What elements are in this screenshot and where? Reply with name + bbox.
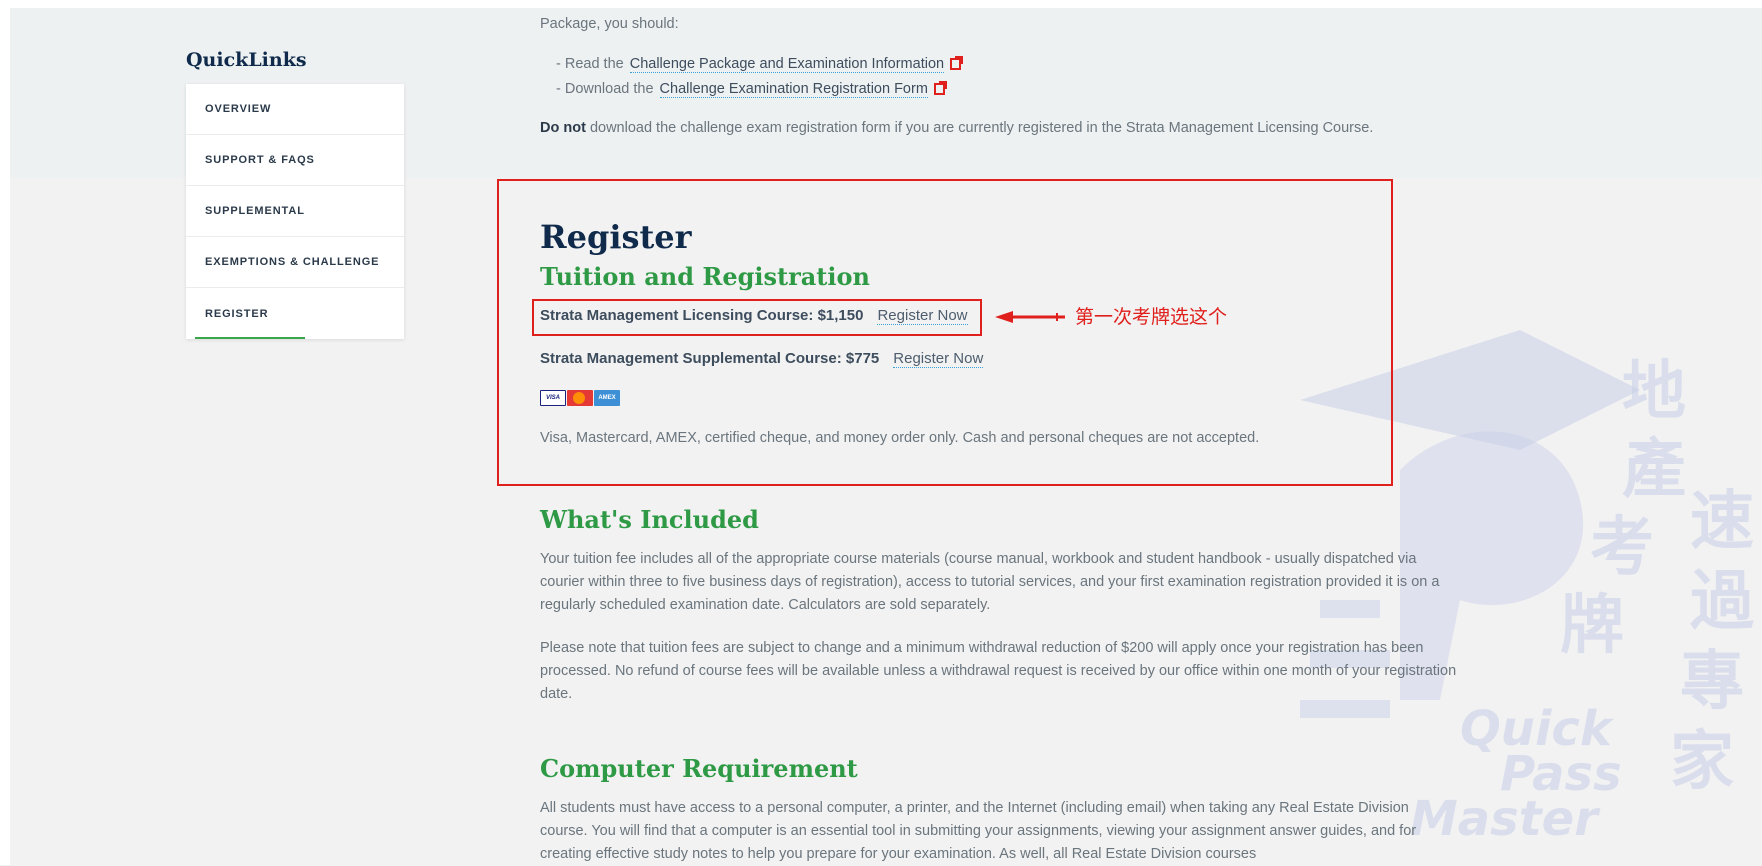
- annotation-arrow-icon: [995, 305, 1070, 334]
- course-price: $775: [845, 350, 880, 367]
- course-name: Strata Management Supplemental Course:: [540, 350, 842, 367]
- watermark-char: 地: [1622, 354, 1686, 429]
- watermark-char: 過: [1690, 564, 1754, 639]
- computer-requirement-p1: All students must have access to a perso…: [540, 800, 1417, 862]
- watermark-text: Pass: [1500, 746, 1622, 802]
- quicklink-supplemental[interactable]: SUPPLEMENTAL: [186, 186, 404, 237]
- challenge-package-link[interactable]: Challenge Package and Examination Inform…: [629, 56, 945, 73]
- payment-note: Visa, Mastercard, AMEX, certified cheque…: [540, 430, 1260, 446]
- amex-card-icon: AMEX: [594, 390, 620, 406]
- quicklink-overview[interactable]: OVERVIEW: [186, 84, 404, 135]
- list-prefix: - Download the: [556, 81, 654, 97]
- list-item: - Read the Challenge Package and Examinat…: [540, 53, 964, 78]
- visa-card-icon: VISA: [540, 390, 566, 406]
- register-now-supplemental-link[interactable]: Register Now: [893, 350, 984, 368]
- whats-included-p2: Please note that tuition fees are subjec…: [540, 640, 1457, 702]
- watermark-char: 家: [1670, 724, 1734, 799]
- quicklinks-title: QuickLinks: [186, 49, 307, 71]
- register-now-licensing-link[interactable]: Register Now: [877, 307, 968, 325]
- whats-included-p1: Your tuition fee includes all of the app…: [540, 551, 1440, 613]
- challenge-list: - Read the Challenge Package and Examinat…: [540, 53, 964, 103]
- quicklink-exemptions-challenge[interactable]: EXEMPTIONS & CHALLENGE: [186, 237, 404, 288]
- course-name: Strata Management Licensing Course:: [540, 307, 814, 324]
- whats-included-heading: What's Included: [540, 505, 759, 534]
- do-not-label: Do not: [540, 120, 586, 136]
- list-prefix: - Read the: [556, 56, 624, 72]
- challenge-registration-form-link[interactable]: Challenge Examination Registration Form: [659, 81, 928, 98]
- annotation-text: 第一次考牌选这个: [1075, 307, 1228, 328]
- mastercard-icon: [567, 390, 593, 406]
- watermark-char: 速: [1690, 484, 1754, 559]
- package-line: Package, you should:: [540, 16, 679, 32]
- tuition-heading: Tuition and Registration: [540, 262, 870, 291]
- quicklink-support-faqs[interactable]: SUPPORT & FAQS: [186, 135, 404, 186]
- do-not-text: download the challenge exam registration…: [589, 120, 1374, 136]
- list-item: - Download the Challenge Examination Regi…: [540, 78, 963, 103]
- watermark-char: 牌: [1560, 588, 1624, 663]
- computer-requirement-heading: Computer Requirement: [540, 754, 858, 783]
- course-price: $1,150: [817, 307, 864, 324]
- left-edge: [0, 0, 10, 865]
- do-not-note: Do not download the challenge exam regis…: [540, 117, 1373, 140]
- pdf-icon[interactable]: [933, 80, 947, 103]
- top-edge: [0, 0, 1762, 8]
- watermark-char: 專: [1680, 644, 1744, 719]
- licensing-course-row: Strata Management Licensing Course: $1,1…: [540, 307, 968, 325]
- watermark-text: Quick: [1460, 701, 1612, 757]
- quicklinks-menu: OVERVIEW SUPPORT & FAQS SUPPLEMENTAL EXE…: [186, 84, 404, 339]
- supplemental-course-row: Strata Management Supplemental Course: $…: [540, 350, 984, 368]
- payment-cards: VISA AMEX: [540, 390, 620, 406]
- quicklink-register[interactable]: REGISTER: [186, 288, 404, 339]
- watermark-char: 考: [1590, 510, 1654, 585]
- pdf-icon[interactable]: [950, 55, 964, 78]
- register-title: Register: [540, 218, 692, 256]
- watermark-char: 產: [1622, 432, 1686, 507]
